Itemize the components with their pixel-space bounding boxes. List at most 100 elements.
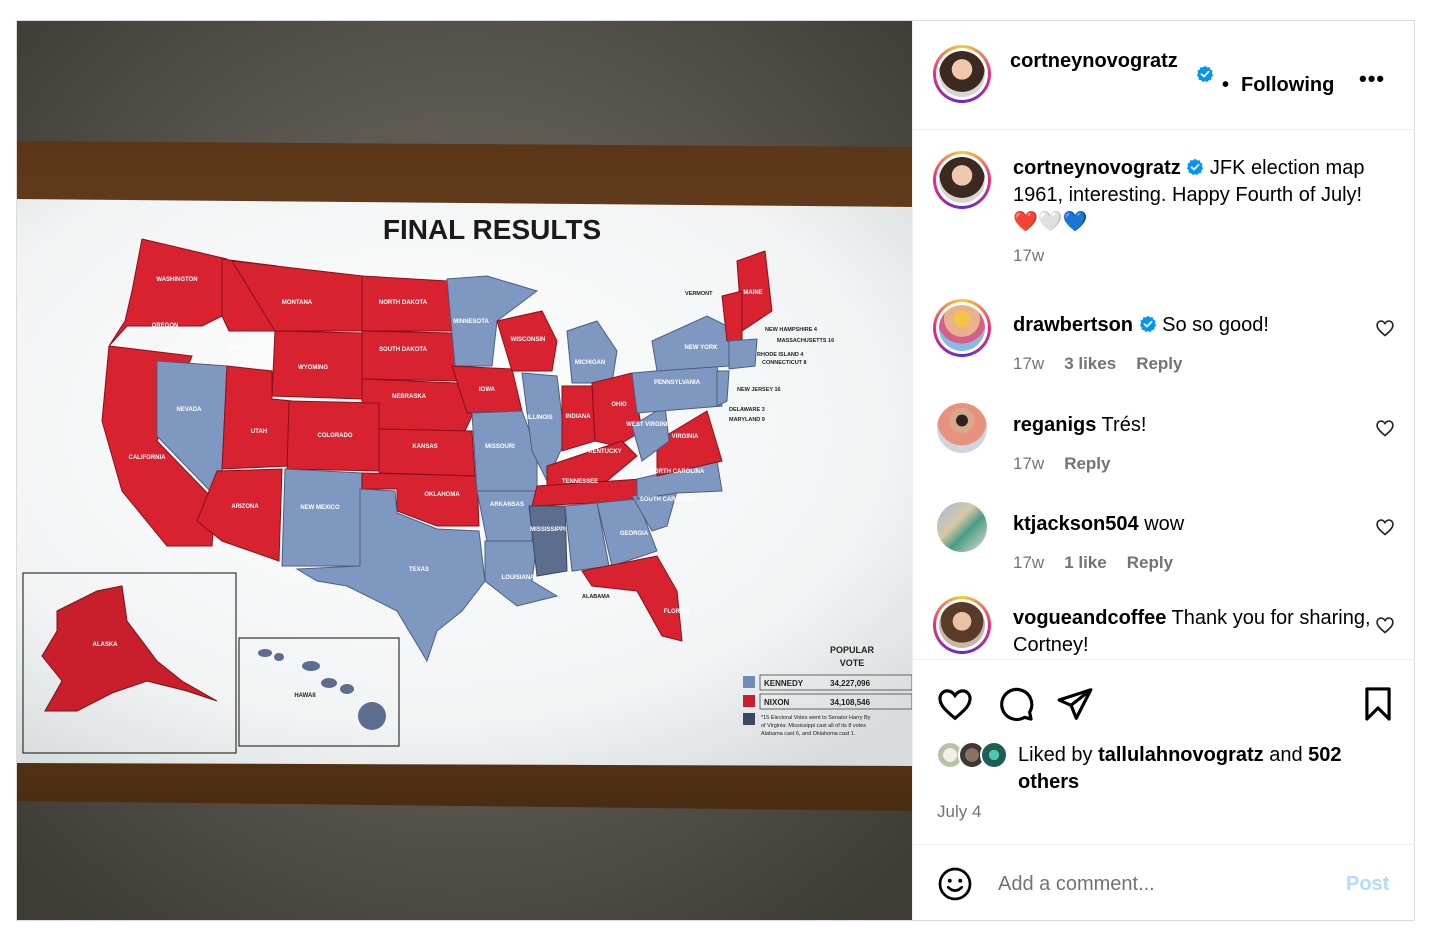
svg-text:ILLINOIS: ILLINOIS bbox=[527, 415, 552, 421]
comment-likes[interactable]: 3 likes bbox=[1064, 354, 1116, 373]
svg-text:ALASKA: ALASKA bbox=[93, 642, 119, 648]
share-icon[interactable] bbox=[1056, 685, 1094, 723]
svg-text:SOUTH DAKOTA: SOUTH DAKOTA bbox=[379, 347, 428, 353]
legend-nixon-name: NIXON bbox=[764, 698, 790, 707]
author-avatar[interactable] bbox=[933, 45, 991, 103]
reply-button[interactable]: Reply bbox=[1064, 454, 1110, 473]
svg-text:SOUTH CAROLINA: SOUTH CAROLINA bbox=[640, 497, 695, 503]
comment-icon[interactable] bbox=[997, 685, 1035, 723]
comment-age: 17w bbox=[1013, 553, 1045, 572]
author-username[interactable]: cortneynovogratz bbox=[1010, 48, 1190, 75]
comment-text: vogueandcoffee Thank you for sharing, Co… bbox=[1013, 607, 1371, 656]
svg-text:HAWAII: HAWAII bbox=[294, 693, 316, 699]
svg-text:WEST VIRGINIA: WEST VIRGINIA bbox=[626, 422, 672, 428]
comment-item: ktjackson504 wow 17w 1 like Reply bbox=[913, 498, 1415, 578]
comment-age: 17w bbox=[1013, 454, 1045, 473]
caption-text: cortneynovogratz JFK election map 1961, … bbox=[1013, 155, 1373, 236]
more-options-icon[interactable]: ••• bbox=[1359, 66, 1385, 92]
legend-kennedy-votes: 34,227,096 bbox=[830, 679, 871, 688]
comment-username[interactable]: ktjackson504 bbox=[1013, 513, 1139, 535]
svg-text:MISSOURI: MISSOURI bbox=[485, 444, 515, 450]
emoji-icon[interactable] bbox=[937, 866, 973, 902]
caption-avatar[interactable] bbox=[933, 151, 991, 209]
map-title: FINAL RESULTS bbox=[383, 214, 601, 245]
svg-text:ARKANSAS: ARKANSAS bbox=[490, 502, 524, 508]
comment-item: vogueandcoffee Thank you for sharing, Co… bbox=[913, 596, 1415, 659]
likes-count[interactable]: 502 bbox=[1308, 744, 1341, 766]
svg-text:NORTH DAKOTA: NORTH DAKOTA bbox=[379, 300, 428, 306]
comment-username[interactable]: vogueandcoffee bbox=[1013, 607, 1166, 629]
post-image[interactable]: FINAL RESULTS WASHINGTON OREGON CALIFORN… bbox=[17, 21, 912, 920]
svg-text:UTAH: UTAH bbox=[251, 429, 267, 435]
comment-avatar[interactable] bbox=[933, 596, 991, 654]
comment-text: ktjackson504 wow bbox=[1013, 513, 1185, 535]
legend-kennedy-name: KENNEDY bbox=[764, 679, 804, 688]
comment-heart-icon[interactable] bbox=[1375, 517, 1395, 537]
state-pennsylvania bbox=[631, 365, 723, 414]
bookmark-icon[interactable] bbox=[1359, 685, 1397, 723]
following-button[interactable]: Following bbox=[1241, 74, 1334, 97]
svg-text:MASSACHUSETTS 16: MASSACHUSETTS 16 bbox=[777, 338, 834, 344]
caption-username[interactable]: cortneynovogratz bbox=[1013, 157, 1181, 179]
comment-username[interactable]: drawbertson bbox=[1013, 314, 1133, 336]
state-kansas bbox=[378, 428, 476, 477]
svg-text:FLORIDA: FLORIDA bbox=[664, 609, 691, 615]
comment-avatar[interactable] bbox=[937, 502, 987, 552]
liked-by-text: Liked by tallulahnovogratz and 502 other… bbox=[1018, 744, 1342, 793]
heart-icon[interactable] bbox=[936, 685, 974, 723]
svg-text:KANSAS: KANSAS bbox=[412, 444, 437, 450]
comment-item: drawbertson So so good! 17w 3 likes Reply bbox=[913, 299, 1415, 379]
svg-text:RHODE ISLAND 4: RHODE ISLAND 4 bbox=[757, 352, 804, 358]
svg-text:NEBRASKA: NEBRASKA bbox=[392, 394, 427, 400]
comment-heart-icon[interactable] bbox=[1375, 418, 1395, 438]
svg-text:OHIO: OHIO bbox=[611, 402, 627, 408]
svg-text:NEW JERSEY 16: NEW JERSEY 16 bbox=[737, 387, 781, 393]
state-south-dakota bbox=[361, 330, 458, 382]
svg-text:GEORGIA: GEORGIA bbox=[620, 531, 649, 537]
comment-text: drawbertson So so good! bbox=[1013, 314, 1269, 336]
comment-avatar[interactable] bbox=[937, 403, 987, 453]
comment-heart-icon[interactable] bbox=[1375, 318, 1395, 338]
reply-button[interactable]: Reply bbox=[1127, 553, 1173, 572]
post-date[interactable]: July 4 bbox=[937, 802, 981, 822]
comment-likes[interactable]: 1 like bbox=[1064, 553, 1107, 572]
svg-text:VIRGINIA: VIRGINIA bbox=[672, 434, 699, 440]
post-side-panel: cortneynovogratz • Following ••• cortney… bbox=[912, 21, 1415, 920]
state-new-mexico bbox=[281, 468, 363, 567]
comment-meta: 17w 1 like Reply bbox=[1013, 553, 1193, 573]
svg-text:NEW YORK: NEW YORK bbox=[685, 345, 719, 351]
svg-text:VOTE: VOTE bbox=[840, 658, 865, 668]
comments-list[interactable]: cortneynovogratz JFK election map 1961, … bbox=[913, 131, 1415, 659]
legend-nixon-votes: 34,108,546 bbox=[830, 698, 871, 707]
reply-button[interactable]: Reply bbox=[1136, 354, 1182, 373]
post-button[interactable]: Post bbox=[1346, 873, 1389, 896]
svg-text:IOWA: IOWA bbox=[479, 387, 496, 393]
svg-text:MONTANA: MONTANA bbox=[282, 300, 313, 306]
svg-text:MAINE: MAINE bbox=[743, 290, 762, 296]
svg-text:CONNECTICUT 8: CONNECTICUT 8 bbox=[762, 360, 807, 366]
comment-heart-icon[interactable] bbox=[1375, 615, 1395, 635]
svg-text:MARYLAND 9: MARYLAND 9 bbox=[729, 417, 765, 423]
svg-text:LOUISIANA: LOUISIANA bbox=[502, 575, 536, 581]
svg-text:NEW MEXICO: NEW MEXICO bbox=[300, 505, 340, 511]
svg-text:OKLAHOMA: OKLAHOMA bbox=[424, 492, 460, 498]
comment-username[interactable]: reganigs bbox=[1013, 414, 1096, 436]
liked-by-avatars[interactable] bbox=[936, 741, 1016, 769]
post-actions: Liked by tallulahnovogratz and 502 other… bbox=[913, 659, 1415, 844]
svg-text:WISCONSIN: WISCONSIN bbox=[511, 337, 546, 343]
verified-badge-icon bbox=[1139, 315, 1156, 333]
liked-by-user[interactable]: tallulahnovogratz bbox=[1098, 744, 1264, 766]
comment-avatar[interactable] bbox=[933, 299, 991, 357]
comment-meta: 17w 3 likes Reply bbox=[1013, 354, 1202, 374]
comment-input[interactable]: Add a comment... bbox=[998, 873, 1155, 896]
verified-badge-icon bbox=[1187, 158, 1204, 176]
svg-text:NORTH CAROLINA: NORTH CAROLINA bbox=[650, 469, 705, 475]
svg-text:IDAHO: IDAHO bbox=[227, 345, 247, 351]
comment-text: reganigs Trés! bbox=[1013, 414, 1147, 436]
svg-text:ALABAMA: ALABAMA bbox=[582, 594, 610, 600]
state-new-england bbox=[728, 338, 758, 370]
svg-text:NEW HAMPSHIRE 4: NEW HAMPSHIRE 4 bbox=[765, 327, 818, 333]
svg-text:PENNSYLVANIA: PENNSYLVANIA bbox=[654, 380, 701, 386]
svg-text:TENNESSEE: TENNESSEE bbox=[562, 479, 598, 485]
svg-text:of Virginia: Mississippi cast: of Virginia: Mississippi cast all of its… bbox=[761, 723, 866, 729]
